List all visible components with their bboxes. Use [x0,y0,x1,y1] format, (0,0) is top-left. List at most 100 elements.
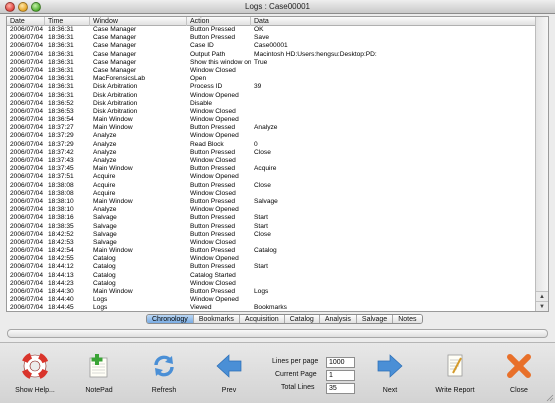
table-row[interactable]: 2006/07/04 18:38:08 Acquire Window Closed [7,190,536,198]
tab-chronology[interactable]: Chronology [147,315,194,323]
time-cell: 18:42:52 [48,230,74,238]
data-cell [251,75,536,83]
tab-catalog[interactable]: Catalog [284,315,320,323]
resize-grip-icon[interactable] [545,393,554,402]
tab-bookmarks[interactable]: Bookmarks [193,315,240,323]
table-row[interactable]: 2006/07/04 18:36:31 Case Manager Button Pre… [7,26,536,34]
column-header-time[interactable]: Time [45,17,90,26]
table-row[interactable]: 2006/07/04 18:37:51 Acquire Window Opened [7,173,536,181]
column-header-date[interactable]: Date [7,17,45,26]
table-row[interactable]: 2006/07/04 18:36:31 Case Manager Window Clo… [7,67,536,75]
table-row[interactable]: 2006/07/04 18:37:29 Analyze Window Opened [7,132,536,140]
table-row[interactable]: 2006/07/04 18:36:31 Disk Arbitration Proces… [7,83,536,91]
table-row[interactable]: 2006/07/04 18:36:54 Main Window Window Open… [7,116,536,124]
table-row[interactable]: 2006/07/04 18:44:45 Logs Viewed Bookmarks [7,304,536,311]
window-cell: Case Manager [93,42,137,50]
date-cell: 2006/07/04 [10,116,44,124]
data-cell [251,100,536,108]
table-row[interactable]: 2006/07/04 18:36:31 Case Manager Button Pre… [7,34,536,42]
scroll-up-button[interactable]: ▲ [536,291,548,301]
refresh-button[interactable]: Refresh [136,343,192,403]
table-row[interactable]: 2006/07/04 18:38:08 Acquire Button Pressed C… [7,182,536,190]
data-cell [251,92,536,100]
date-cell: 2006/07/04 [10,132,44,140]
action-cell: Button Pressed [190,222,236,230]
table-row[interactable]: 2006/07/04 18:38:10 Analyze Window Opened [7,206,536,214]
table-row[interactable]: 2006/07/04 18:37:45 Main Window Button Pres… [7,165,536,173]
date-cell: 2006/07/04 [10,75,44,83]
title-bar[interactable]: Logs : Case00001 [0,0,555,14]
table-row[interactable]: 2006/07/04 18:36:31 Case Manager Output Pat… [7,51,536,59]
data-cell: 0 [254,140,258,148]
table-row[interactable]: 2006/07/04 18:42:55 Catalog Window Opened [7,255,536,263]
data-cell: Start [254,214,268,222]
table-row[interactable]: 2006/07/04 18:36:31 MacForensicsLab Open [7,75,536,83]
table-row[interactable]: 2006/07/04 18:36:31 Disk Arbitration Window… [7,92,536,100]
show-help-button[interactable]: Show Help... [7,343,63,403]
action-cell: Window Opened [190,173,239,181]
table-row[interactable]: 2006/07/04 18:44:30 Main Window Button Pres… [7,288,536,296]
next-label: Next [382,387,398,394]
table-row[interactable]: 2006/07/04 18:44:12 Catalog Button Pressed S… [7,263,536,271]
window-cell: Main Window [93,197,133,205]
current-page-input[interactable] [326,370,355,381]
action-cell: Viewed [190,304,212,311]
progress-bar [7,329,548,338]
notepad-plus-icon [89,354,108,378]
table-row[interactable]: 2006/07/04 18:37:27 Main Window Button Pres… [7,124,536,132]
action-cell: Window Closed [190,157,236,164]
data-cell [251,173,536,181]
time-cell: 18:36:31 [48,42,74,50]
table-row[interactable]: 2006/07/04 18:44:13 Catalog Catalog Started [7,272,536,280]
window-title: Logs : Case00001 [245,2,310,11]
action-cell: Window Closed [190,66,236,74]
prev-button[interactable]: Prev [201,343,257,403]
notepad-button[interactable]: NotePad [71,343,127,403]
data-cell: True [254,58,268,66]
action-cell: Read Block [190,140,224,148]
tab-acquisition[interactable]: Acquisition [239,315,285,323]
data-cell: Acquire [254,165,277,173]
table-row[interactable]: 2006/07/04 18:36:52 Disk Arbitration Disabl… [7,100,536,108]
table-row[interactable]: 2006/07/04 18:44:40 Logs Window Opened [7,296,536,304]
column-header-window[interactable]: Window [90,17,187,26]
data-cell: Analyze [254,124,278,132]
next-button[interactable]: Next [362,343,418,403]
date-cell: 2006/07/04 [10,279,44,287]
table-row[interactable]: 2006/07/04 18:36:53 Disk Arbitration Window… [7,108,536,116]
write-report-button[interactable]: Write Report [427,343,483,403]
table-row[interactable]: 2006/07/04 18:36:31 Case Manager Show this … [7,59,536,67]
table-row[interactable]: 2006/07/04 18:44:23 Catalog Window Closed [7,280,536,288]
table-row[interactable]: 2006/07/04 18:38:16 Salvage Button Pressed S… [7,214,536,222]
close-button[interactable]: Close [491,343,547,403]
table-row[interactable]: 2006/07/04 18:37:42 Analyze Button Pressed C… [7,149,536,157]
time-cell: 18:38:16 [48,214,74,222]
action-cell: Disable [190,99,212,107]
tab-salvage[interactable]: Salvage [356,315,394,323]
date-cell: 2006/07/04 [10,288,44,295]
table-row[interactable]: 2006/07/04 18:38:10 Main Window Button Pres… [7,198,536,206]
window-cell: Disk Arbitration [93,99,138,107]
time-cell: 18:37:29 [48,132,74,140]
scroll-down-button[interactable]: ▼ [536,301,548,311]
tab-analysis[interactable]: Analysis [319,315,357,323]
table-row[interactable]: 2006/07/04 18:42:53 Salvage Window Closed [7,239,536,247]
vertical-scrollbar[interactable]: ▲ ▼ [535,17,548,311]
lines-per-page-input[interactable] [326,357,355,368]
table-row[interactable]: 2006/07/04 18:42:54 Main Window Button Pres… [7,247,536,255]
table-row[interactable]: 2006/07/04 18:38:35 Salvage Button Pressed S… [7,223,536,231]
column-header-action[interactable]: Action [187,17,251,26]
action-cell: Window Closed [190,189,236,197]
date-cell: 2006/07/04 [10,238,44,246]
table-row[interactable]: 2006/07/04 18:42:52 Salvage Button Pressed C… [7,231,536,239]
data-cell [251,272,536,280]
table-row[interactable]: 2006/07/04 18:37:29 Analyze Read Block 0 [7,141,536,149]
table-row[interactable]: 2006/07/04 18:37:43 Analyze Window Closed [7,157,536,165]
table-row[interactable]: 2006/07/04 18:36:31 Case Manager Case ID Cas… [7,42,536,50]
tab-notes[interactable]: Notes [393,315,422,323]
window-cell: Analyze [93,132,117,140]
date-cell: 2006/07/04 [10,206,44,214]
column-header-data[interactable]: Data [251,17,536,26]
arrow-left-icon [216,354,242,378]
data-cell [251,108,536,116]
